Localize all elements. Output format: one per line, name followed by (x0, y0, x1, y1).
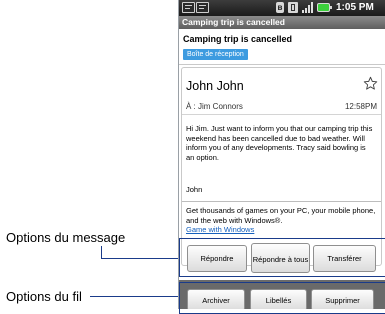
star-icon[interactable] (363, 76, 378, 91)
callout-message-options: Options du message (6, 230, 126, 245)
callout-line-message-v (101, 246, 102, 258)
sender-name[interactable]: John John (186, 79, 244, 93)
mail-notification-icon[interactable] (182, 2, 195, 13)
message-options-bracket (179, 238, 385, 277)
message-time: 12:58PM (344, 102, 377, 111)
divider (182, 114, 381, 115)
title-bar: Camping trip is cancelled (179, 16, 385, 29)
network-icon (288, 2, 298, 13)
battery-icon (317, 3, 332, 12)
bluetooth-icon: ʙ (276, 2, 284, 13)
thread-options-bracket (179, 282, 385, 314)
mail-notification-icon[interactable] (196, 2, 209, 13)
message-footer: Get thousands of games on your PC, your … (186, 206, 376, 225)
message-card: John John À : Jim Connors 12:58PM Hi Jim… (181, 67, 382, 266)
callout-line-thread (90, 296, 179, 297)
message-body: Hi Jim. Just want to inform you that our… (186, 124, 373, 162)
callout-line-message-h (101, 258, 179, 259)
label-badge[interactable]: Boîte de réception (183, 49, 248, 60)
divider (182, 201, 381, 202)
message-subject: Camping trip is cancelled (183, 34, 293, 44)
footer-link[interactable]: Game with Windows (186, 225, 254, 234)
status-time: 1:05 PM (336, 2, 374, 13)
callout-thread-options: Options du fil (6, 289, 82, 304)
signal-icon (302, 2, 314, 13)
subject-panel: Camping trip is cancelled Boîte de récep… (179, 29, 385, 65)
status-bar: ʙ 1:05 PM (179, 0, 385, 16)
recipient-line: À : Jim Connors (186, 102, 243, 111)
message-signature: John (186, 185, 203, 194)
